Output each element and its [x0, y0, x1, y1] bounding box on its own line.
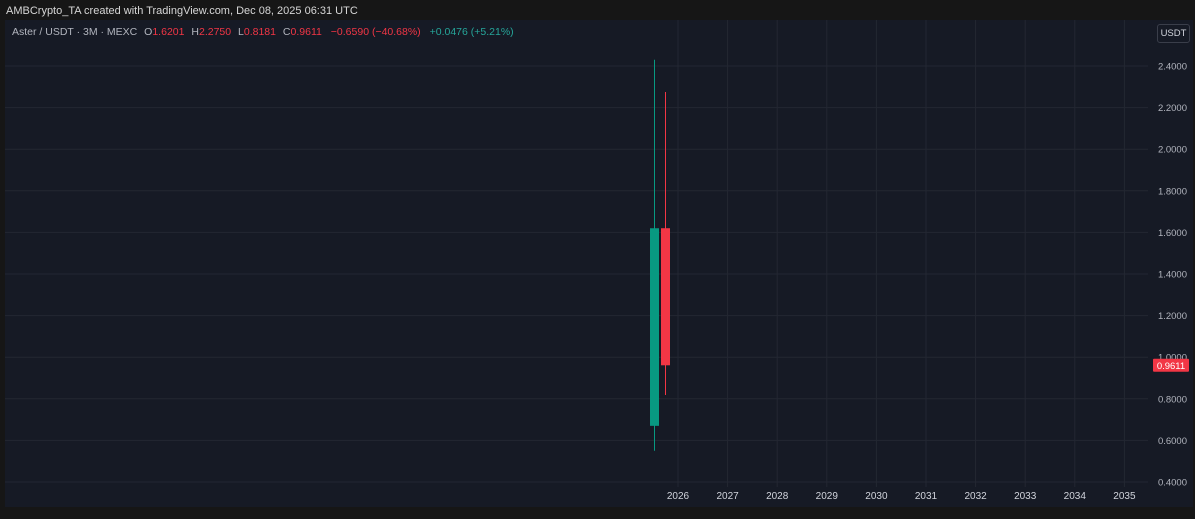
- bottom-strip: [0, 507, 1195, 519]
- x-tick-label: 2035: [1113, 491, 1136, 502]
- x-tick-label: 2031: [915, 491, 938, 502]
- candlestick-chart[interactable]: 0.40000.60000.80001.00001.20001.40001.60…: [0, 0, 1195, 519]
- y-tick-label: 2.4000: [1158, 62, 1187, 73]
- y-tick-label: 1.2000: [1158, 311, 1187, 322]
- high-value: 2.2750: [198, 26, 232, 38]
- x-tick-label: 2029: [816, 491, 839, 502]
- change-value: −0.6590 (−40.68%): [330, 26, 421, 38]
- x-tick-label: 2032: [964, 491, 987, 502]
- extra-change-value: +0.0476 (+5.21%): [429, 26, 514, 38]
- last-price-label: 0.9611: [1157, 361, 1185, 372]
- y-tick-label: 0.8000: [1158, 394, 1187, 405]
- close-label: C: [282, 26, 291, 38]
- x-tick-label: 2034: [1064, 491, 1087, 502]
- y-tick-label: 1.4000: [1158, 270, 1187, 281]
- y-tick-label: 1.8000: [1158, 186, 1187, 197]
- x-tick-label: 2033: [1014, 491, 1037, 502]
- x-tick-label: 2026: [667, 491, 690, 502]
- symbol-label[interactable]: Aster / USDT · 3M · MEXC: [12, 26, 137, 38]
- x-tick-label: 2028: [766, 491, 789, 502]
- low-value: 0.8181: [243, 26, 276, 38]
- y-tick-label: 2.0000: [1158, 145, 1187, 156]
- ohlc-legend: Aster / USDT · 3M · MEXC O1.6201 H2.2750…: [12, 26, 514, 38]
- x-tick-label: 2027: [716, 491, 739, 502]
- y-tick-label: 2.2000: [1158, 103, 1187, 114]
- y-tick-label: 1.6000: [1158, 228, 1187, 239]
- candle-body: [650, 228, 659, 426]
- candle-body: [661, 228, 670, 366]
- y-tick-label: 0.6000: [1158, 436, 1187, 447]
- close-value: 0.9611: [290, 26, 322, 38]
- open-value: 1.6201: [152, 26, 185, 38]
- high-label: H: [191, 26, 199, 38]
- currency-button[interactable]: USDT: [1157, 24, 1190, 43]
- y-tick-label: 0.4000: [1158, 478, 1187, 489]
- x-tick-label: 2030: [865, 491, 888, 502]
